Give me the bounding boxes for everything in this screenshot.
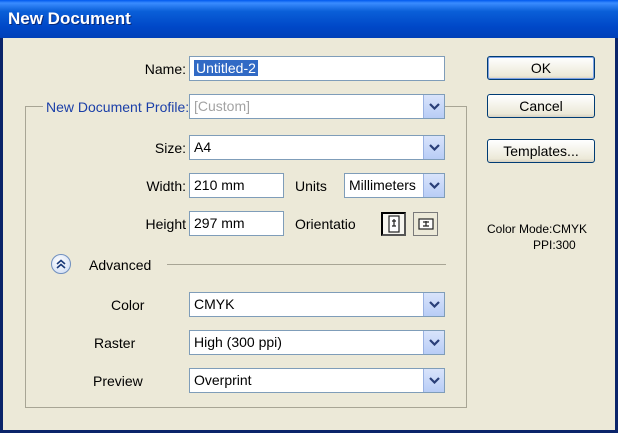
raster-select[interactable]: High (300 ppi) bbox=[189, 330, 445, 355]
chevron-down-icon[interactable] bbox=[423, 174, 444, 197]
height-value: 297 mm bbox=[194, 215, 245, 231]
profile-select[interactable]: [Custom] bbox=[189, 94, 445, 119]
size-select[interactable]: A4 bbox=[189, 135, 445, 160]
orientation-label: Orientatio bbox=[295, 216, 356, 232]
chevron-down-icon[interactable] bbox=[423, 331, 444, 354]
landscape-orientation-button[interactable] bbox=[413, 212, 438, 236]
width-value: 210 mm bbox=[194, 177, 245, 193]
advanced-toggle-button[interactable] bbox=[51, 254, 71, 274]
preview-select[interactable]: Overprint bbox=[189, 368, 445, 393]
ppi-info: PPI:300 bbox=[533, 238, 576, 252]
advanced-label: Advanced bbox=[89, 257, 152, 273]
portrait-orientation-button[interactable] bbox=[381, 212, 406, 236]
cancel-button[interactable]: Cancel bbox=[487, 94, 595, 118]
double-chevron-up-icon bbox=[56, 259, 66, 269]
profile-label: New Document Profile: bbox=[43, 99, 193, 115]
ok-button[interactable]: OK bbox=[487, 56, 595, 80]
size-value: A4 bbox=[194, 139, 212, 155]
chevron-down-icon[interactable] bbox=[423, 95, 444, 118]
height-label: Height bbox=[145, 216, 186, 232]
units-select[interactable]: Millimeters bbox=[344, 173, 445, 198]
units-label: Units bbox=[295, 178, 327, 194]
chevron-down-icon[interactable] bbox=[423, 369, 444, 392]
landscape-orientation-icon bbox=[417, 218, 434, 230]
portrait-orientation-icon bbox=[387, 215, 400, 233]
width-input[interactable]: 210 mm bbox=[189, 173, 284, 198]
raster-value: High (300 ppi) bbox=[194, 334, 282, 350]
height-input[interactable]: 297 mm bbox=[189, 211, 284, 236]
color-mode-info: Color Mode:CMYK bbox=[487, 222, 588, 236]
units-value: Millimeters bbox=[349, 177, 416, 193]
name-value: Untitled-2 bbox=[194, 60, 258, 76]
size-label: Size: bbox=[154, 140, 186, 156]
name-input[interactable]: Untitled-2 bbox=[189, 56, 445, 81]
dialog-title: New Document bbox=[0, 0, 618, 38]
profile-value: [Custom] bbox=[194, 98, 251, 114]
templates-button[interactable]: Templates... bbox=[487, 139, 595, 163]
new-document-dialog: New Document Name: Untitled-2 New Docume… bbox=[0, 0, 618, 433]
chevron-down-icon[interactable] bbox=[423, 136, 444, 159]
raster-label: Raster bbox=[94, 335, 136, 351]
preview-value: Overprint bbox=[194, 372, 252, 388]
color-label: Color bbox=[111, 297, 145, 313]
color-select[interactable]: CMYK bbox=[189, 292, 445, 317]
color-value: CMYK bbox=[194, 296, 235, 312]
advanced-divider bbox=[167, 264, 446, 265]
width-label: Width: bbox=[146, 178, 186, 194]
name-label: Name: bbox=[144, 61, 186, 77]
chevron-down-icon[interactable] bbox=[423, 293, 444, 316]
preview-label: Preview bbox=[93, 373, 143, 389]
